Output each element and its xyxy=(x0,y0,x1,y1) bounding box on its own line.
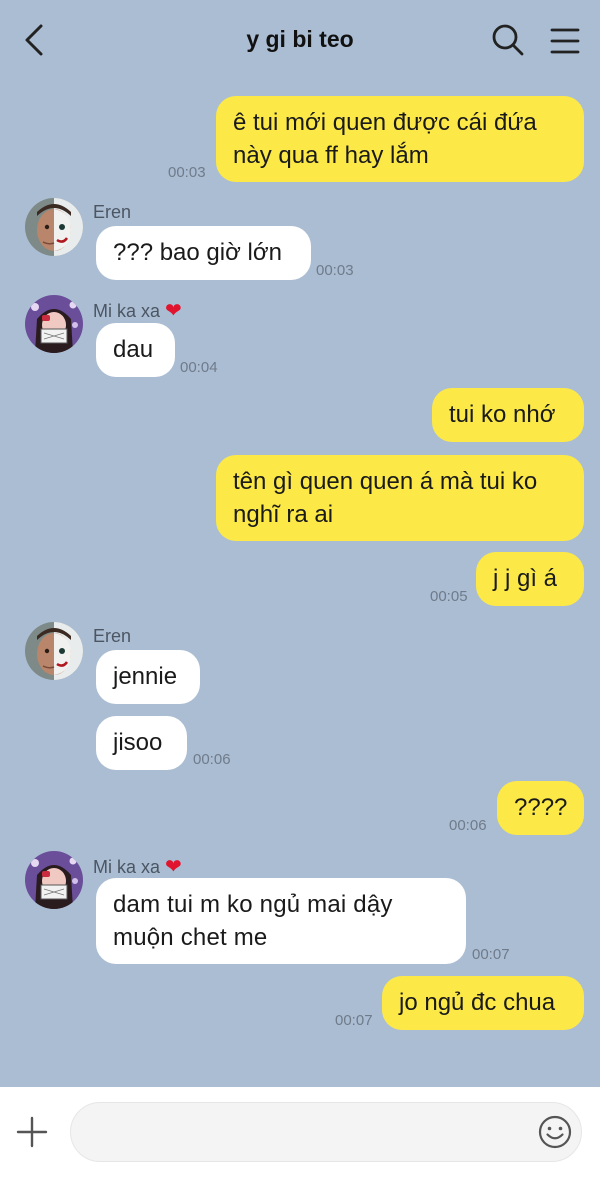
avatar[interactable] xyxy=(25,622,83,680)
message-text: tên gì quen quen á mà tui ko xyxy=(233,468,538,495)
message-input[interactable] xyxy=(70,1102,582,1162)
avatar-mikaxa-image xyxy=(25,295,83,353)
message-text: nghĩ ra ai xyxy=(233,501,334,528)
sender-name: Mi ka xa ❤ xyxy=(93,854,182,879)
message-timestamp: 00:05 xyxy=(430,588,468,605)
message-bubble-incoming[interactable]: dau xyxy=(96,323,175,377)
chat-header: y gi bi teo xyxy=(0,0,600,84)
message-composer xyxy=(0,1087,600,1184)
message-text: dam tui m ko ngủ mai dậy xyxy=(113,891,393,918)
message-text: tui ko nhớ xyxy=(449,401,556,428)
message-timestamp: 00:03 xyxy=(316,262,354,279)
avatar[interactable] xyxy=(25,295,83,353)
avatar-eren-image xyxy=(25,622,83,680)
message-text: này qua ff hay lắm xyxy=(233,142,429,169)
message-bubble-outgoing[interactable]: ê tui mới quen được cái đứa này qua ff h… xyxy=(216,96,584,182)
sender-name: Eren xyxy=(93,202,132,222)
message-bubble-incoming[interactable]: ??? bao giờ lớn xyxy=(96,226,311,280)
message-text: dau xyxy=(113,336,154,363)
message-bubble-outgoing[interactable]: jo ngủ đc chua xyxy=(382,976,584,1030)
sender-name-text: Mi ka xa xyxy=(93,301,161,321)
sender-name: Mi ka xa ❤ xyxy=(93,298,182,323)
message-timestamp: 00:07 xyxy=(335,1012,373,1029)
message-text: j j gì á xyxy=(493,565,558,592)
emoji-button[interactable] xyxy=(537,1114,573,1150)
message-timestamp: 00:04 xyxy=(180,359,218,376)
message-text: jo ngủ đc chua xyxy=(399,989,556,1016)
heart-emoji-icon: ❤ xyxy=(165,856,182,878)
avatar[interactable] xyxy=(25,198,83,256)
message-bubble-incoming[interactable]: dam tui m ko ngủ mai dậy muộn chet me xyxy=(96,878,466,964)
search-button[interactable] xyxy=(490,22,526,58)
message-text: ê tui mới quen được cái đứa xyxy=(233,109,537,136)
message-bubble-outgoing[interactable]: tui ko nhớ xyxy=(432,388,584,442)
message-timestamp: 00:07 xyxy=(472,946,510,963)
menu-button[interactable] xyxy=(548,24,582,58)
avatar-mikaxa-image xyxy=(25,851,83,909)
message-timestamp: 00:06 xyxy=(193,751,231,768)
message-timestamp: 00:03 xyxy=(168,164,206,181)
message-text: jennie xyxy=(113,663,178,690)
sender-name: Eren xyxy=(93,626,132,646)
message-bubble-outgoing[interactable]: j j gì á xyxy=(476,552,584,606)
message-timestamp: 00:06 xyxy=(449,817,487,834)
avatar-eren-image xyxy=(25,198,83,256)
plus-icon xyxy=(16,1116,48,1148)
heart-emoji-icon: ❤ xyxy=(165,300,182,322)
attach-button[interactable] xyxy=(14,1114,50,1150)
message-bubble-incoming[interactable]: jisoo xyxy=(96,716,187,770)
message-text: muộn chet me xyxy=(113,924,268,951)
message-bubble-outgoing[interactable]: tên gì quen quen á mà tui ko nghĩ ra ai xyxy=(216,455,584,541)
search-icon xyxy=(492,24,524,56)
hamburger-menu-icon xyxy=(550,28,580,54)
message-text: jisoo xyxy=(113,729,163,756)
message-bubble-outgoing[interactable]: ???? xyxy=(497,781,584,835)
avatar[interactable] xyxy=(25,851,83,909)
sender-name-text: Mi ka xa xyxy=(93,857,161,877)
message-text: ???? xyxy=(514,794,568,821)
smiley-face-icon xyxy=(538,1115,572,1149)
message-text: ??? bao giờ lớn xyxy=(113,239,282,266)
message-bubble-incoming[interactable]: jennie xyxy=(96,650,200,704)
